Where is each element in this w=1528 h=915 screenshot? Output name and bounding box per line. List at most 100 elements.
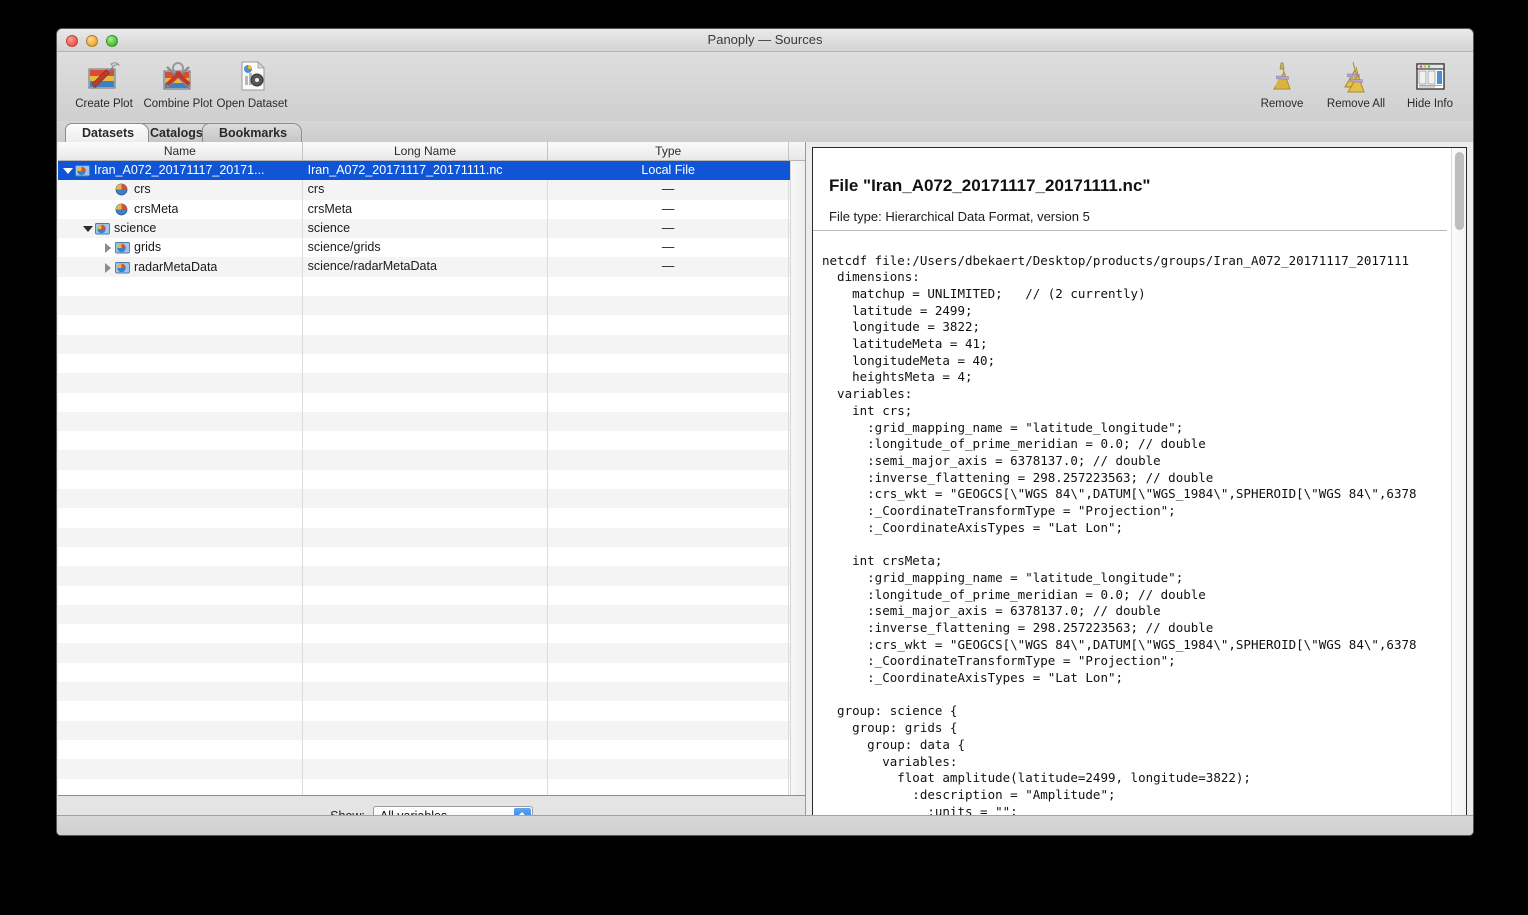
table-row-empty[interactable] [58, 489, 805, 509]
cell-name [58, 353, 303, 374]
open-dataset-label: Open Dataset [216, 98, 288, 110]
cell-type [548, 527, 790, 547]
table-vertical-scrollbar[interactable] [790, 161, 805, 795]
combine-plot-button[interactable]: Combine Plot [141, 55, 215, 110]
cell-type [548, 546, 790, 567]
cell-type [548, 682, 790, 702]
cell-name[interactable]: radarMetaData [58, 257, 303, 277]
cell-name [58, 546, 303, 567]
cell-type [548, 450, 790, 470]
cell-long-name [303, 296, 549, 316]
info-scroll-area: File "Iran_A072_20171117_20171111.nc" Fi… [813, 148, 1451, 818]
remove-all-button[interactable]: Remove All [1319, 55, 1393, 110]
cell-type: — [548, 199, 790, 219]
cell-long-name [303, 450, 549, 470]
cell-name[interactable]: grids [58, 238, 303, 258]
table-row-empty[interactable] [58, 701, 805, 721]
remove-button[interactable]: Remove [1245, 55, 1319, 110]
table-row[interactable]: science science — [58, 218, 805, 239]
cell-type [548, 720, 790, 740]
cell-long-name [303, 334, 549, 354]
cell-type [548, 353, 790, 374]
table-row-empty[interactable] [58, 604, 805, 625]
info-vertical-scroll-thumb[interactable] [1455, 152, 1464, 230]
tree-twisty-expanded-icon[interactable] [62, 164, 75, 177]
cell-long-name: science/radarMetaData [303, 257, 549, 277]
table-row-empty[interactable] [58, 469, 805, 490]
cell-name[interactable]: science [58, 218, 303, 239]
table-row-empty[interactable] [58, 431, 805, 451]
cell-long-name [303, 373, 549, 393]
row-name-label: crsMeta [134, 201, 179, 216]
cell-long-name: science/grids [303, 238, 549, 258]
table-row-empty[interactable] [58, 643, 805, 663]
cell-name [58, 566, 303, 586]
table-row-empty[interactable] [58, 392, 805, 412]
table-row-empty[interactable] [58, 411, 805, 432]
table-row[interactable]: crs crs — [58, 180, 805, 200]
cell-long-name: Iran_A072_20171117_20171111.nc [303, 161, 549, 181]
cell-long-name [303, 431, 549, 451]
cell-long-name [303, 759, 549, 779]
info-file-title: File "Iran_A072_20171117_20171111.nc" [829, 176, 1151, 195]
cell-long-name [303, 315, 549, 335]
cell-name[interactable]: Iran_A072_20171117_20171... [58, 161, 303, 181]
table-row[interactable]: crsMeta crsMeta — [58, 199, 805, 219]
cell-long-name [303, 643, 549, 663]
info-vertical-scrollbar[interactable] [1451, 148, 1466, 818]
column-header-type[interactable]: Type [548, 142, 790, 160]
table-row-empty[interactable] [58, 585, 805, 605]
table-row-empty[interactable] [58, 759, 805, 779]
cell-type [548, 489, 790, 509]
tree-twisty-collapsed-icon[interactable] [102, 261, 115, 274]
table-row-empty[interactable] [58, 276, 805, 297]
table-row-empty[interactable] [58, 353, 805, 374]
table-row[interactable]: Iran_A072_20171117_20171... Iran_A072_201… [58, 161, 805, 181]
cell-name [58, 624, 303, 644]
open-dataset-icon [215, 58, 289, 94]
tab-bookmarks[interactable]: Bookmarks [202, 123, 303, 142]
table-row-empty[interactable] [58, 450, 805, 470]
cell-type: — [548, 238, 790, 258]
column-header-long-name[interactable]: Long Name [303, 142, 549, 160]
group-folder-icon [115, 261, 130, 274]
table-row-empty[interactable] [58, 566, 805, 586]
table-row-empty[interactable] [58, 624, 805, 644]
table-row[interactable]: grids science/grids — [58, 238, 805, 258]
hide-info-button[interactable]: Hide Info [1393, 55, 1467, 110]
cell-type: — [548, 218, 790, 239]
table-row-empty[interactable] [58, 739, 805, 760]
table-row-empty[interactable] [58, 508, 805, 528]
open-dataset-button[interactable]: Open Dataset [215, 55, 289, 110]
remove-label: Remove [1260, 98, 1304, 110]
table-row-empty[interactable] [58, 778, 805, 795]
cell-long-name [303, 624, 549, 644]
table-row-empty[interactable] [58, 334, 805, 354]
cell-name [58, 662, 303, 683]
table-row-empty[interactable] [58, 720, 805, 740]
table-row-empty[interactable] [58, 373, 805, 393]
cell-type [548, 315, 790, 335]
column-header-name[interactable]: Name [58, 142, 303, 160]
create-plot-button[interactable]: Create Plot [67, 55, 141, 110]
table-row-empty[interactable] [58, 546, 805, 567]
cell-type [548, 276, 790, 297]
table-row-empty[interactable] [58, 296, 805, 316]
table-row-empty[interactable] [58, 662, 805, 683]
cell-type: — [548, 180, 790, 200]
cell-name[interactable]: crs [58, 180, 303, 200]
table-row[interactable]: radarMetaData science/radarMetaData — [58, 257, 805, 277]
table-row-empty[interactable] [58, 682, 805, 702]
cell-name [58, 315, 303, 335]
row-name-label: science [114, 221, 157, 236]
cell-name [58, 508, 303, 528]
table-body[interactable]: Iran_A072_20171117_20171... Iran_A072_201… [58, 161, 805, 795]
tree-twisty-expanded-icon[interactable] [82, 222, 95, 235]
cell-name [58, 604, 303, 625]
cell-name[interactable]: crsMeta [58, 199, 303, 219]
tab-datasets[interactable]: Datasets [65, 123, 150, 142]
table-row-empty[interactable] [58, 527, 805, 547]
table-row-empty[interactable] [58, 315, 805, 335]
tree-twisty-collapsed-icon[interactable] [102, 241, 115, 254]
cell-long-name [303, 353, 549, 374]
